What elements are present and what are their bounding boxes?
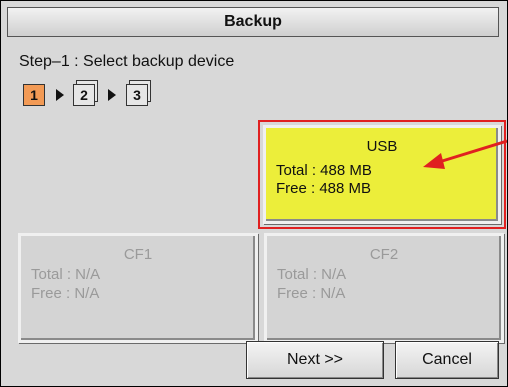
backup-window: Backup Step–1 : Select backup device 1 2… [0, 0, 508, 387]
callout-arrow-icon [423, 139, 507, 169]
